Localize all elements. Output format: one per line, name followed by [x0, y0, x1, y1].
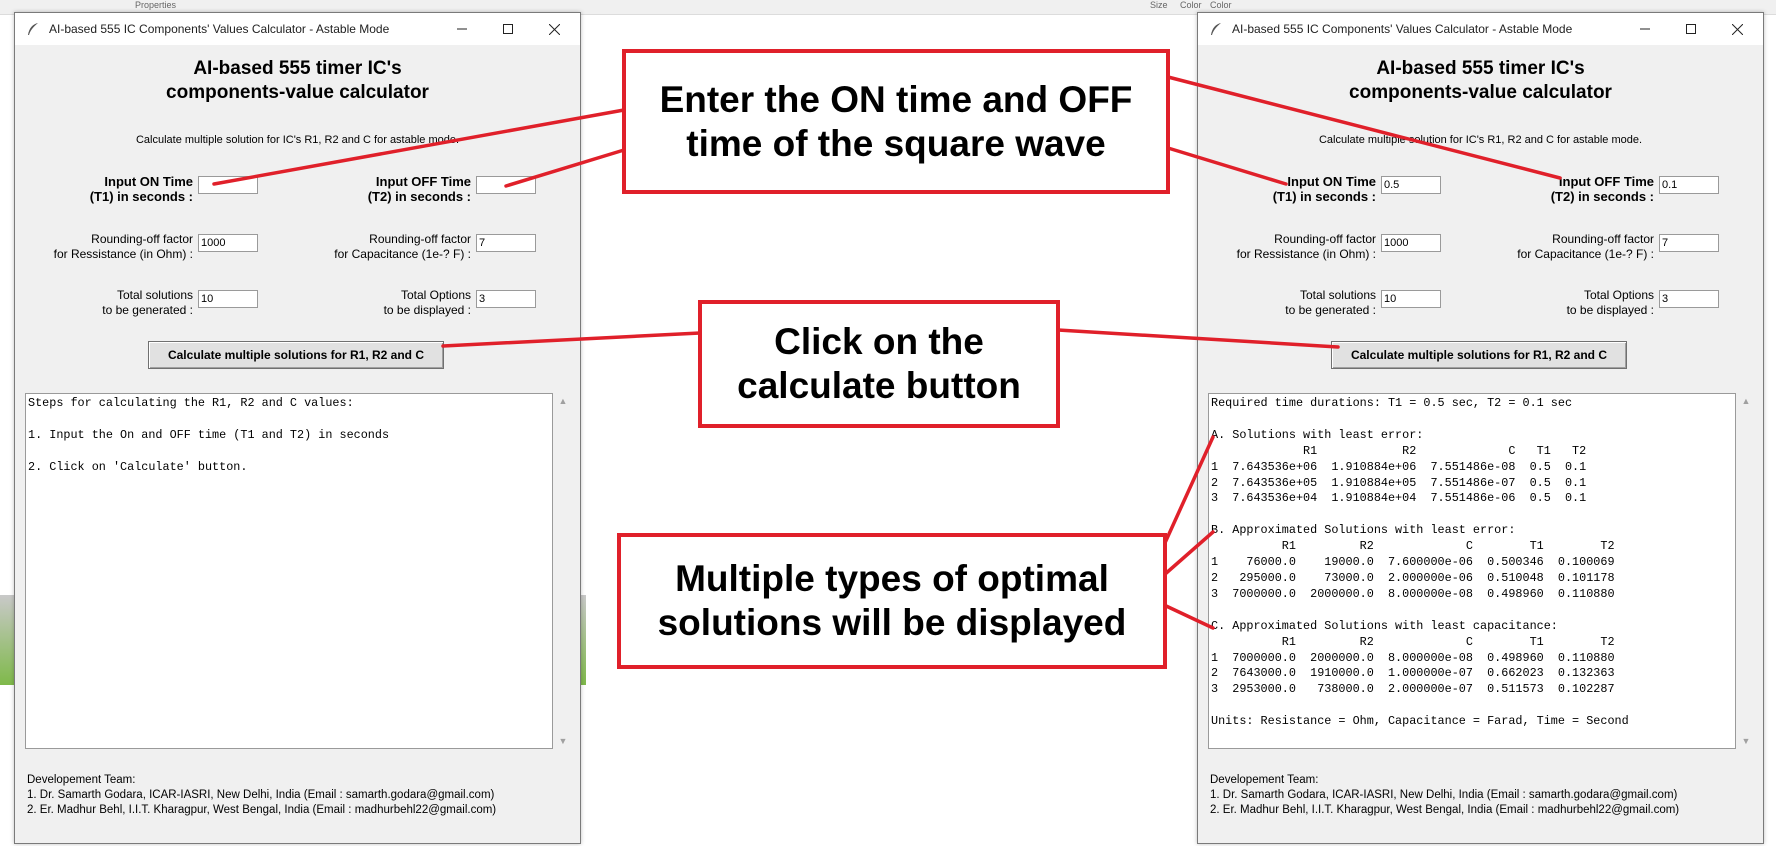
annotation-text: calculate button — [737, 365, 1021, 406]
connector-line — [441, 331, 702, 348]
connector-line — [212, 108, 626, 186]
connector-line — [1166, 146, 1288, 186]
connector-line — [1162, 435, 1215, 547]
annotation-text: solutions will be displayed — [657, 602, 1127, 643]
annotation-click-calculate: Click on the calculate button — [698, 300, 1060, 428]
annotation-text: time of the square wave — [686, 122, 1106, 164]
annotation-multiple-solutions: Multiple types of optimal solutions will… — [617, 533, 1167, 669]
annotation-text: Multiple types of optimal — [675, 558, 1109, 599]
connector-line — [1162, 603, 1215, 630]
connector-line — [1166, 75, 1562, 180]
annotation-text: Click on the — [774, 321, 984, 362]
connector-line — [504, 148, 626, 188]
annotation-enter-times: Enter the ON time and OFF time of the sq… — [622, 49, 1170, 194]
connector-line — [1162, 530, 1215, 577]
connector-line — [1056, 328, 1340, 349]
annotation-text: Enter the ON time and OFF — [659, 78, 1133, 120]
